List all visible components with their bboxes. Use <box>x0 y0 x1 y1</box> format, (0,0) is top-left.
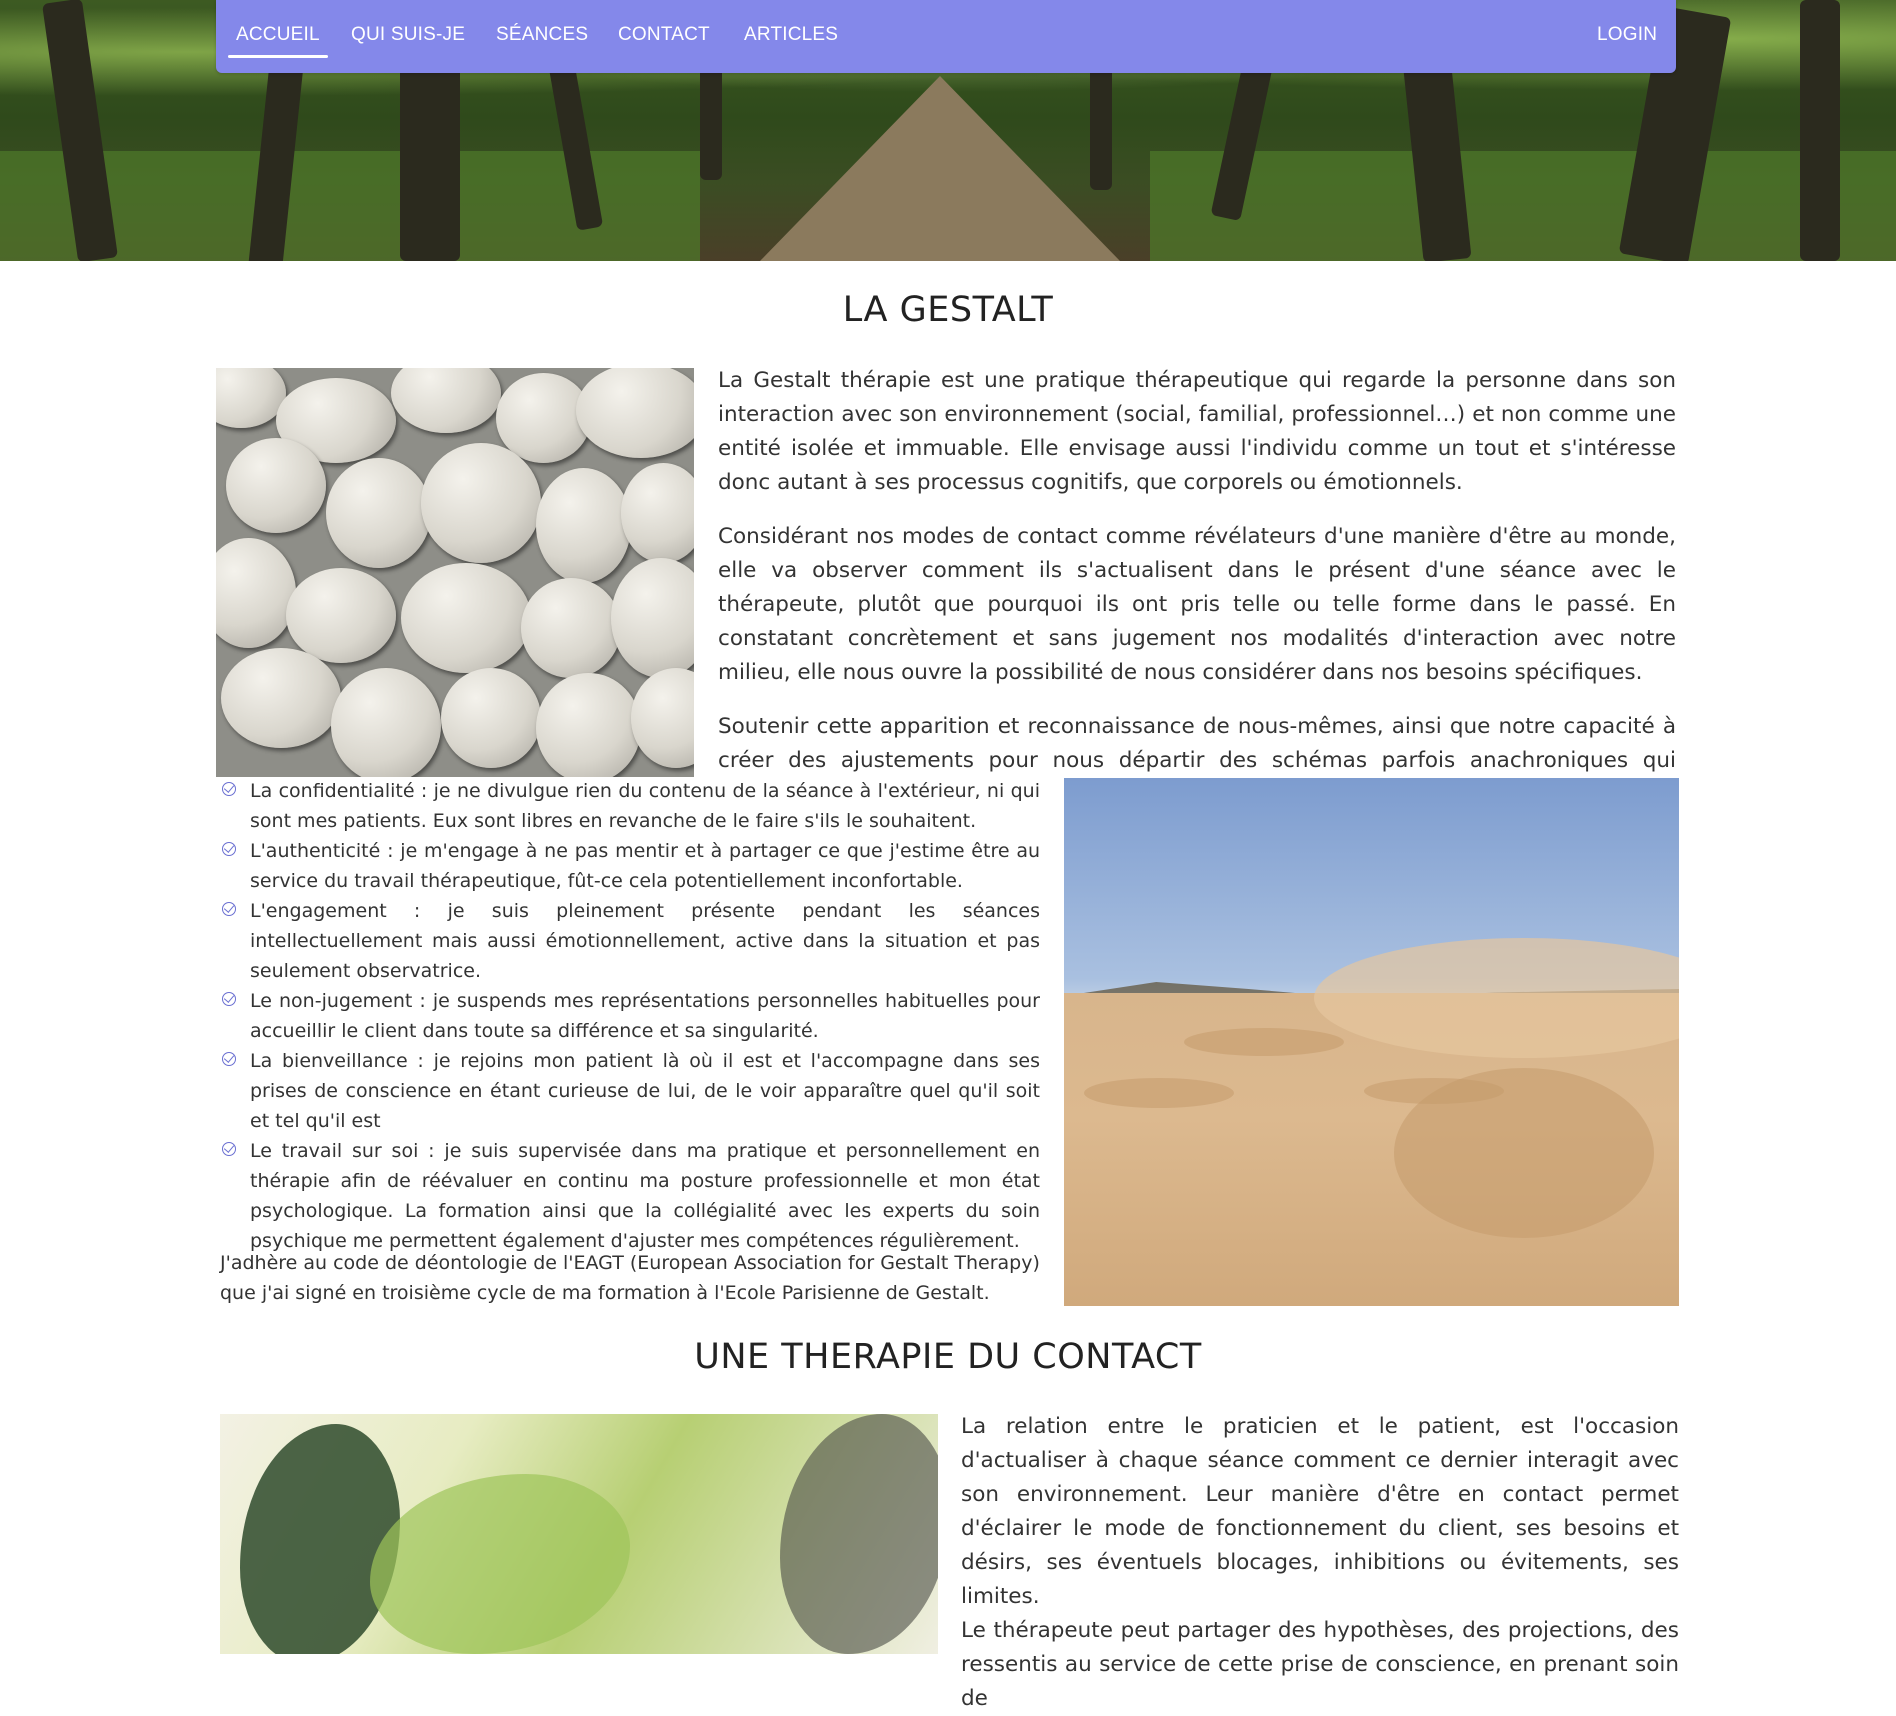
value-text: La bienveillance : je rejoins mon patien… <box>250 1050 1040 1132</box>
pebble <box>391 368 501 433</box>
nav-item-articles[interactable]: ARTICLES <box>744 24 838 46</box>
desert-dunes-image <box>1064 778 1679 1306</box>
hands-plant-image <box>220 1414 938 1654</box>
values-list: La confidentialité : je ne divulgue rien… <box>220 776 1040 1256</box>
pebble <box>611 558 694 678</box>
forest-path <box>760 76 1120 261</box>
leaf <box>240 1424 400 1654</box>
dune-shadow <box>1084 1078 1234 1108</box>
nav-item-contact[interactable]: CONTACT <box>618 24 710 46</box>
section-title-gestalt: LA GESTALT <box>842 290 1054 330</box>
list-item: L'engagement : je suis pleinement présen… <box>220 896 1040 986</box>
pebble <box>221 648 341 748</box>
contact-paragraph: Le thérapeute peut partager des hypothès… <box>961 1618 1679 1711</box>
gestalt-paragraph: Considérant nos modes de contact comme r… <box>718 524 1676 685</box>
pebble <box>536 673 641 777</box>
gestalt-paragraph: Soutenir cette apparition et reconnaissa… <box>718 714 1676 773</box>
eagt-note: J'adhère au code de déontologie de l'EAG… <box>220 1252 1040 1304</box>
login-link[interactable]: LOGIN <box>1597 24 1657 46</box>
list-item: Le travail sur soi : je suis supervisée … <box>220 1136 1040 1256</box>
circle-check-icon <box>222 902 236 916</box>
contact-paragraph: La relation entre le praticien et le pat… <box>961 1414 1679 1609</box>
pebble <box>286 568 396 663</box>
contact-text: La relation entre le praticien et le pat… <box>961 1410 1679 1716</box>
circle-check-icon <box>222 782 236 796</box>
nav-item-qui-suis-je[interactable]: QUI SUIS-JE <box>351 24 465 46</box>
main-navbar: ACCUEIL QUI SUIS-JE SÉANCES CONTACT ARTI… <box>216 0 1676 73</box>
pebble <box>441 668 541 768</box>
dune-shadow <box>1394 1068 1654 1238</box>
value-text: Le non-jugement : je suspends mes représ… <box>250 990 1040 1042</box>
hand-silhouette <box>780 1414 938 1654</box>
pebble <box>326 458 431 568</box>
pebble <box>216 538 296 648</box>
pebble <box>536 468 631 583</box>
value-text: L'engagement : je suis pleinement présen… <box>250 900 1040 982</box>
tree-trunk <box>1800 0 1840 261</box>
circle-check-icon <box>222 992 236 1006</box>
pebble <box>421 443 541 563</box>
forest-undergrowth-right <box>1150 151 1896 261</box>
pebbles-image <box>216 368 694 777</box>
gestalt-text-clip: La Gestalt thérapie est une pratique thé… <box>718 364 1676 776</box>
pebble <box>401 563 531 673</box>
list-item: Le non-jugement : je suspends mes représ… <box>220 986 1040 1046</box>
dune-shadow <box>1184 1028 1344 1056</box>
pebble <box>621 463 694 563</box>
gestalt-paragraph: La Gestalt thérapie est une pratique thé… <box>718 368 1676 495</box>
nav-item-seances[interactable]: SÉANCES <box>496 24 588 46</box>
pebble <box>631 668 694 768</box>
gestalt-text: La Gestalt thérapie est une pratique thé… <box>718 364 1676 776</box>
list-item: La confidentialité : je ne divulgue rien… <box>220 776 1040 836</box>
circle-check-icon <box>222 1052 236 1066</box>
pebble <box>226 438 326 533</box>
circle-check-icon <box>222 842 236 856</box>
list-item: L'authenticité : je m'engage à ne pas me… <box>220 836 1040 896</box>
list-item: La bienveillance : je rejoins mon patien… <box>220 1046 1040 1136</box>
nav-item-accueil[interactable]: ACCUEIL <box>228 24 328 58</box>
value-text: La confidentialité : je ne divulgue rien… <box>250 780 1040 832</box>
pebble <box>331 668 441 777</box>
section-title-contact: UNE THERAPIE DU CONTACT <box>694 1337 1202 1377</box>
value-text: L'authenticité : je m'engage à ne pas me… <box>250 840 1040 892</box>
leaf <box>370 1474 630 1654</box>
pebble <box>521 578 621 678</box>
circle-check-icon <box>222 1142 236 1156</box>
pebble <box>576 368 694 458</box>
value-text: Le travail sur soi : je suis supervisée … <box>250 1140 1040 1252</box>
